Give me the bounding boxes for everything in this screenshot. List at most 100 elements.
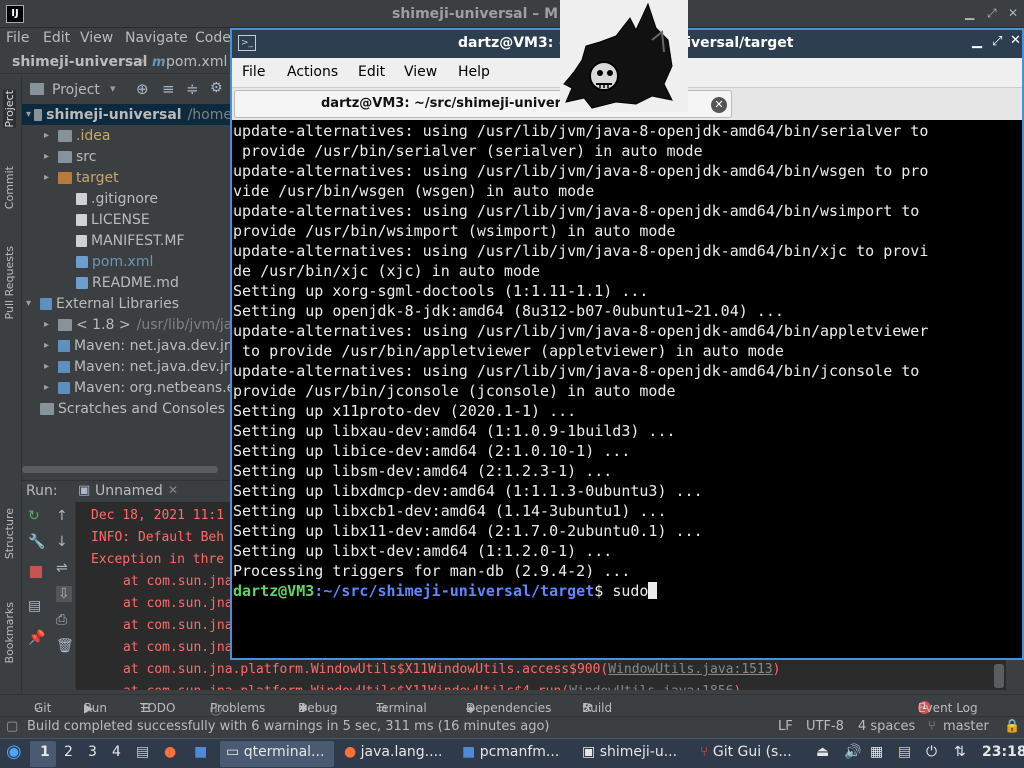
collapse-icon[interactable]: ≡ (162, 80, 175, 98)
tree-expand-icon[interactable]: ▾ (26, 298, 40, 309)
trash-icon[interactable]: 🗑 (56, 638, 74, 654)
rerun-icon[interactable]: ↻ (28, 508, 40, 524)
tree-expand-icon[interactable]: ▸ (44, 361, 58, 372)
tree-item[interactable]: ▸ Maven: net.java.dev.jn (22, 356, 233, 377)
tab-pull-requests[interactable]: Pull Requests (3, 246, 16, 319)
taskbar-app-git-gui[interactable]: ⑂ Git Gui (s... (700, 744, 792, 760)
arrow-up-icon[interactable]: ↑ (56, 508, 68, 524)
terminal-prompt-line[interactable]: dartz@VM3:~/src/shimeji-universal/target… (233, 582, 658, 600)
status-message[interactable]: Build completed successfully with 6 warn… (27, 719, 550, 734)
gear-icon[interactable]: ⚙ (210, 80, 223, 96)
layout-icon[interactable]: ▤ (28, 598, 41, 614)
taskbar-app-intellij[interactable]: ▣ shimeji-u... (582, 744, 677, 760)
tab-bookmarks[interactable]: Bookmarks (3, 602, 16, 663)
display-icon[interactable]: ▦ (870, 744, 883, 760)
tree-item[interactable]: ▸ src (22, 146, 96, 167)
workspace-1[interactable]: 1 (40, 744, 50, 760)
tree-expand-icon[interactable]: ▸ (44, 340, 58, 351)
folder-launcher-icon[interactable]: ■ (194, 744, 207, 760)
tree-item[interactable]: ▸ < 1.8 > /usr/lib/jvm/ja (22, 314, 232, 335)
volume-icon[interactable]: 🔊 (844, 744, 861, 760)
tray-up-icon[interactable]: ⏏ (816, 744, 829, 760)
tree-expand-icon[interactable]: ▸ (44, 172, 58, 183)
run-config-tab[interactable]: Unnamed (95, 483, 163, 499)
project-label[interactable]: Project (52, 82, 100, 98)
status-window-icon[interactable]: ▢ (6, 719, 18, 734)
terminal-menu-file[interactable]: File (242, 64, 265, 80)
clipboard-icon[interactable]: ▤ (898, 744, 911, 760)
tree-expand-icon[interactable]: ▸ (44, 319, 58, 330)
shimeji-mascot[interactable] (560, 0, 688, 112)
maximize-icon[interactable]: ⤢ (987, 6, 997, 21)
close-tab-icon[interactable]: ✕ (168, 483, 178, 497)
terminal-window[interactable]: >_ dartz@VM3: ~/src/shimeji-universal/ta… (230, 28, 1024, 660)
tab-project[interactable]: Project (3, 90, 16, 128)
tree-item[interactable]: ▸ Maven: net.java.dev.jn (22, 335, 233, 356)
terminal-menu-edit[interactable]: Edit (358, 64, 385, 80)
breadcrumb-file[interactable]: pom.xml (166, 54, 227, 70)
print-icon[interactable]: ⎙ (56, 612, 67, 628)
tree-item[interactable]: ▾ External Libraries (22, 293, 179, 314)
git-branch[interactable]: master (943, 719, 989, 734)
pin-icon[interactable]: 📌 (28, 630, 45, 646)
chevron-down-icon[interactable]: ▾ (110, 82, 116, 95)
menu-edit[interactable]: Edit (43, 30, 70, 46)
expand-icon[interactable]: ≑ (186, 80, 199, 98)
tree-expand-icon[interactable]: ▸ (44, 130, 58, 141)
tree-item[interactable]: ▸ .idea (22, 125, 110, 146)
menu-view[interactable]: View (80, 30, 113, 46)
soft-wrap-icon[interactable]: ⇌ (56, 560, 68, 576)
file-encoding[interactable]: UTF-8 (806, 719, 844, 734)
terminal-menu-actions[interactable]: Actions (287, 64, 338, 80)
file-manager-launcher-icon[interactable]: ▤ (136, 744, 149, 760)
terminal-close-icon[interactable]: ✕ (1010, 33, 1021, 48)
scroll-to-end-icon[interactable]: ⇩ (56, 586, 72, 602)
breadcrumb-project[interactable]: shimeji-universal (12, 54, 147, 70)
workspace-4[interactable]: 4 (112, 744, 121, 760)
power-icon[interactable]: ⏻ (926, 744, 937, 760)
terminal-minimize-icon[interactable]: ▁ (972, 34, 982, 49)
terminal-menu-help[interactable]: Help (458, 64, 490, 80)
terminal-tab-close-icon[interactable]: ✕ (711, 97, 727, 113)
workspace-2[interactable]: 2 (64, 744, 73, 760)
clock[interactable]: 23:18 (982, 744, 1024, 760)
tree-item[interactable]: .gitignore (22, 188, 158, 209)
console-source-link[interactable]: WindowUtils.java:1856 (569, 684, 733, 690)
start-menu-icon[interactable]: ◉ (6, 741, 22, 762)
menu-code[interactable]: Code (195, 30, 231, 46)
workspace-3[interactable]: 3 (88, 744, 97, 760)
tree-item[interactable]: MANIFEST.MF (22, 230, 185, 251)
tree-item[interactable]: LICENSE (22, 209, 150, 230)
indent-setting[interactable]: 4 spaces (858, 719, 915, 734)
taskbar-app-pcmanfm[interactable]: ■ pcmanfm... (462, 744, 559, 760)
wrench-icon[interactable]: 🔧 (28, 534, 45, 550)
tree-item[interactable]: ▸ target (22, 167, 119, 188)
network-icon[interactable]: ⇅ (954, 744, 966, 760)
terminal-maximize-icon[interactable]: ⤢ (992, 34, 1002, 49)
tree-item[interactable]: README.md (22, 272, 179, 293)
tree-expand-icon[interactable]: ▸ (44, 382, 58, 393)
tree-expand-icon[interactable]: ▾ (26, 109, 34, 120)
console-source-link[interactable]: WindowUtils.java:1513 (608, 662, 772, 677)
firefox-launcher-icon[interactable]: ● (164, 744, 176, 760)
lock-icon[interactable]: 🔒 (1004, 719, 1020, 734)
tree-item[interactable]: ▾ shimeji-universal/home (22, 104, 232, 125)
minimize-icon[interactable]: ▁ (965, 6, 974, 20)
tab-commit[interactable]: Commit (3, 166, 16, 209)
tree-expand-icon[interactable]: ▸ (44, 151, 58, 162)
menu-file[interactable]: File (6, 30, 29, 46)
arrow-down-icon[interactable]: ↓ (56, 534, 68, 550)
tree-item[interactable]: pom.xml (22, 251, 153, 272)
console-scrollbar[interactable] (994, 664, 1004, 688)
close-icon[interactable]: ✕ (1008, 6, 1018, 20)
horizontal-scrollbar[interactable] (22, 466, 218, 473)
tree-item[interactable]: Scratches and Consoles (22, 398, 225, 419)
line-separator[interactable]: LF (778, 719, 793, 734)
crosshair-icon[interactable]: ⊕ (136, 80, 149, 98)
menu-navigate[interactable]: Navigate (125, 30, 188, 46)
terminal-menu-view[interactable]: View (404, 64, 437, 80)
tab-structure[interactable]: Structure (3, 508, 16, 559)
stop-icon[interactable] (30, 566, 42, 578)
terminal-output[interactable]: update-alternatives: using /usr/lib/jvm/… (232, 122, 1022, 658)
taskbar-app-firefox[interactable]: ● java.lang.... (344, 744, 442, 760)
